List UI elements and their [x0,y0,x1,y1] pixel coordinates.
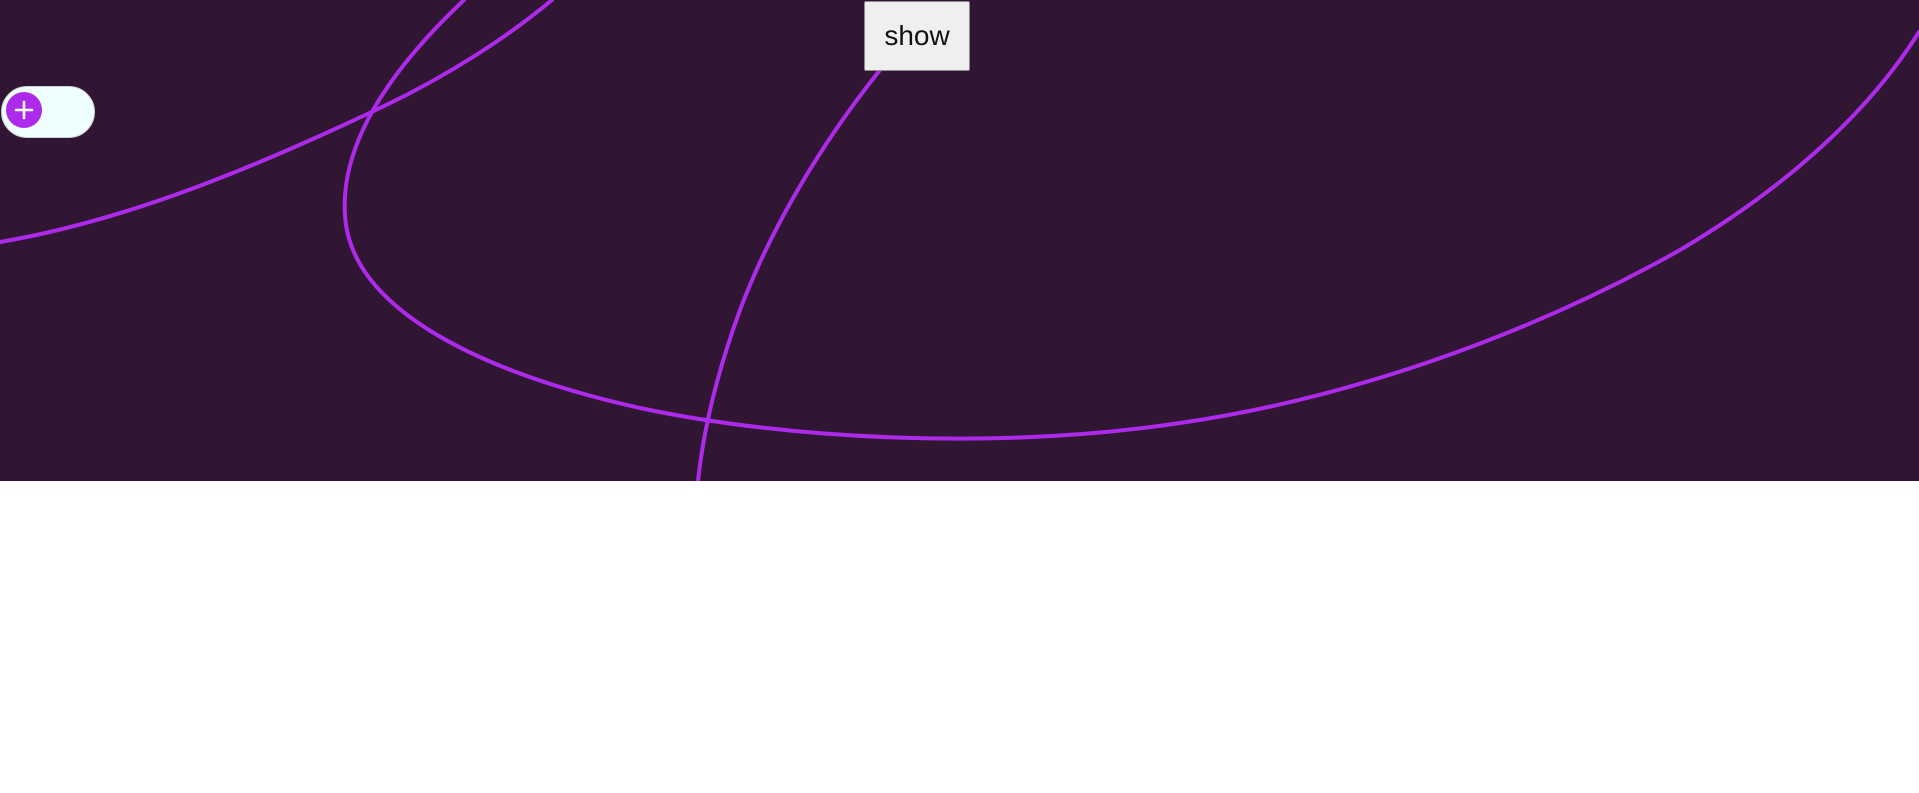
add-toggle-switch[interactable] [1,86,95,138]
empty-content-area [0,481,1919,793]
curves-svg [0,0,1919,481]
show-button[interactable]: show [864,1,970,71]
animation-canvas [0,0,1919,481]
canvas-background [0,0,1919,481]
toggle-knob [6,92,42,128]
plus-icon [14,100,34,120]
